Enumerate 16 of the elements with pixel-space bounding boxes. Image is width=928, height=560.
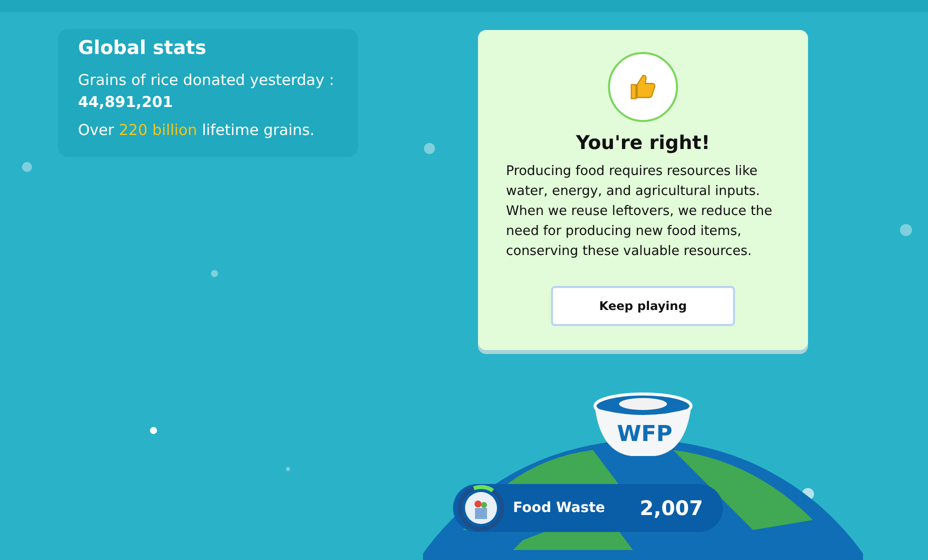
- stats-title: Global stats: [78, 37, 208, 59]
- donated-label: Grains of rice donated yesterday :: [78, 70, 336, 91]
- category-score: 2,007: [640, 496, 703, 520]
- bubble-dot: [211, 270, 218, 277]
- bubble-dot: [22, 162, 32, 172]
- lifetime-text: Over 220 billion lifetime grains.: [78, 120, 316, 141]
- bubble-dot: [150, 427, 157, 434]
- bowl-label: WFP: [617, 422, 672, 447]
- feedback-text: Producing food requires resources like water, energy, and agricultural inputs. When we reuse leftovers, we reduce the need for producing new food items, conserving these valuable resources.: [506, 163, 774, 261]
- donated-value: 44,891,201: [78, 92, 174, 113]
- keep-playing-button[interactable]: Keep playing: [551, 286, 735, 326]
- category-name: Food Waste: [513, 500, 606, 516]
- bubble-dot: [424, 143, 435, 154]
- bubble-dot: [286, 467, 290, 471]
- feedback-title: You're right!: [576, 132, 710, 154]
- bubble-dot: [900, 224, 912, 236]
